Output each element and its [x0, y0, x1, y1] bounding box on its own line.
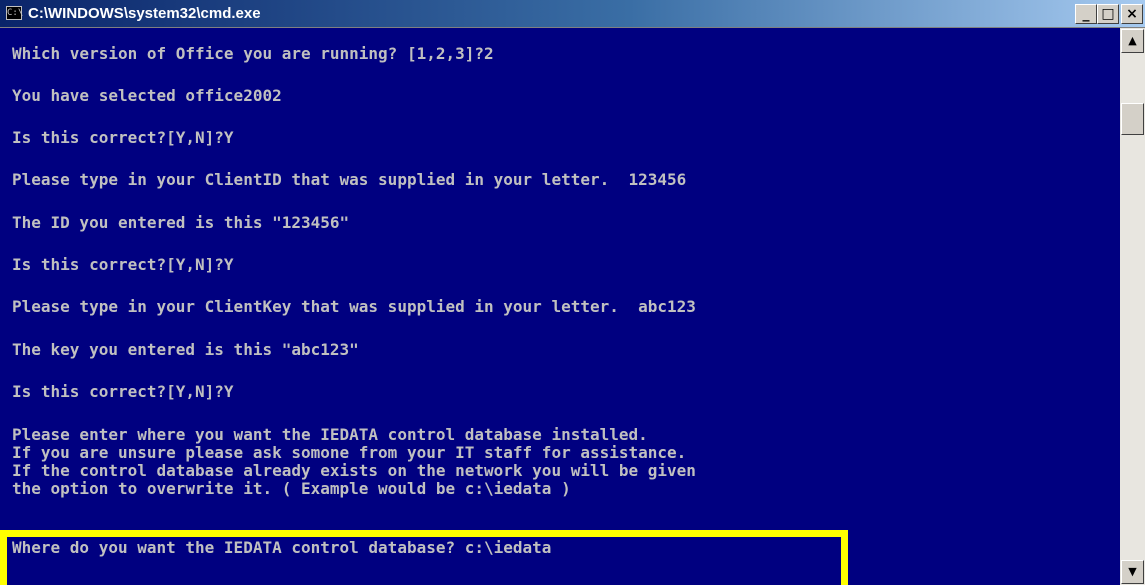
title-bar[interactable]: C:\ C:\WINDOWS\system32\cmd.exe _ □ × — [0, 0, 1145, 28]
window-title: C:\WINDOWS\system32\cmd.exe — [28, 5, 261, 22]
console-line: You have selected office2002 — [12, 86, 282, 105]
scroll-up-button[interactable]: ▲ — [1121, 29, 1144, 53]
maximize-button[interactable]: □ — [1097, 4, 1119, 24]
console-output[interactable]: Which version of Office you are running?… — [0, 28, 1120, 585]
scroll-thumb[interactable] — [1121, 103, 1144, 135]
scroll-down-button[interactable]: ▼ — [1121, 560, 1144, 584]
console-line: Please type in your ClientKey that was s… — [12, 297, 696, 316]
console-line: If you are unsure please ask somone from… — [12, 443, 687, 462]
console-line: Which version of Office you are running?… — [12, 44, 494, 63]
console-line: Is this correct?[Y,N]?Y — [12, 255, 234, 274]
close-button[interactable]: × — [1121, 4, 1143, 24]
minimize-button[interactable]: _ — [1075, 4, 1097, 24]
console-line: Is this correct?[Y,N]?Y — [12, 128, 234, 147]
vertical-scrollbar[interactable]: ▲ ▼ — [1120, 28, 1145, 585]
console-prompt-line: Where do you want the IEDATA control dat… — [12, 538, 552, 557]
cmd-window: C:\ C:\WINDOWS\system32\cmd.exe _ □ × Wh… — [0, 0, 1145, 585]
console-line: Please type in your ClientID that was su… — [12, 170, 687, 189]
console-line: The key you entered is this "abc123" — [12, 340, 359, 359]
console-line: Please enter where you want the IEDATA c… — [12, 425, 648, 444]
console-line: The ID you entered is this "123456" — [12, 213, 350, 232]
cmd-app-icon[interactable]: C:\ — [6, 6, 23, 20]
console-line: Is this correct?[Y,N]?Y — [12, 382, 234, 401]
console-line: the option to overwrite it. ( Example wo… — [12, 479, 571, 498]
console-line: If the control database already exists o… — [12, 461, 696, 480]
